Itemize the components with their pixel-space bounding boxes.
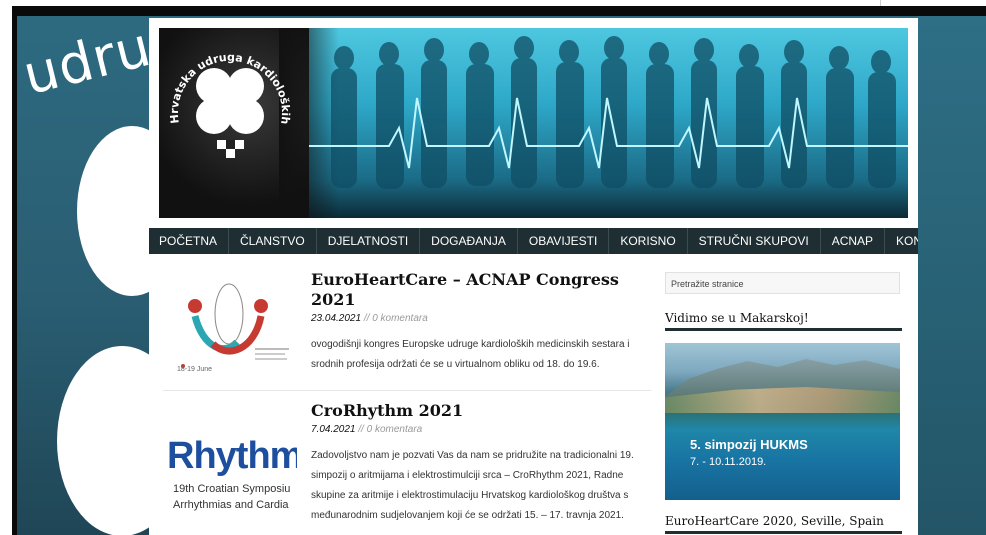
post-thumbnail[interactable]: 18-19 June xyxy=(167,270,297,380)
nav-item-djelatnosti[interactable]: DJELATNOSTI xyxy=(317,228,421,254)
nav-item-pocetna[interactable]: POČETNA xyxy=(149,228,230,254)
thumbnail-word: Rhythm xyxy=(167,435,297,477)
promo-dates: 7. - 10.11.2019. xyxy=(690,456,767,468)
meta-separator: // xyxy=(363,313,370,324)
acnap-logo-icon xyxy=(181,283,289,368)
post-thumbnail[interactable]: Rhythm 19th Croatian Symposiu Arrhythmia… xyxy=(167,415,297,515)
widget-title: Vidimo se u Makarskoj! xyxy=(665,311,902,331)
nav-item-clanstvo[interactable]: ČLANSTVO xyxy=(229,228,317,254)
thumbnail-line: Arrhythmias and Cardia xyxy=(173,499,289,511)
checker-logo-icon xyxy=(217,140,244,158)
main-navigation: POČETNA ČLANSTVO DJELATNOSTI DOGAĐANJA O… xyxy=(149,228,918,254)
frame-top-border xyxy=(12,6,986,16)
comments-link[interactable]: 0 komentara xyxy=(367,424,423,435)
thumbnail-line: 19th Croatian Symposiu xyxy=(173,483,291,495)
post-title[interactable]: CroRhythm 2021 xyxy=(311,401,651,421)
nav-item-kontakt[interactable]: KONTAKT xyxy=(885,228,918,254)
frame-divider xyxy=(880,0,881,6)
meta-separator: // xyxy=(358,424,364,435)
search-input[interactable]: Pretražite stranice xyxy=(665,272,900,294)
nav-item-dogadanja[interactable]: DOGAĐANJA xyxy=(420,228,518,254)
nav-item-strucni-skupovi[interactable]: STRUČNI SKUPOVI xyxy=(688,228,821,254)
post-item: 18-19 June EuroHeartCare – ACNAP Congres… xyxy=(163,270,651,391)
promo-title: 5. simpozij HUKMS xyxy=(690,437,808,452)
thumbnail-caption: 18-19 June xyxy=(177,366,213,373)
promo-banner[interactable]: 5. simpozij HUKMS 7. - 10.11.2019. xyxy=(665,343,900,500)
post-date: 23.04.2021 xyxy=(311,313,362,324)
post-meta: 23.04.2021 // 0 komentara xyxy=(311,313,651,325)
nav-item-acnap[interactable]: ACNAP xyxy=(821,228,886,254)
header-banner[interactable]: Hrvatska udruga kardioloških medicinskih… xyxy=(159,28,908,218)
post-excerpt: Zadovoljstvo nam je pozvati Vas da nam s… xyxy=(311,450,634,521)
background-right-panel xyxy=(917,16,986,535)
post-body: CroRhythm 2021 7.04.2021 // 0 komentara … xyxy=(311,401,651,526)
post-date: 7.04.2021 xyxy=(311,424,356,435)
comments-link[interactable]: 0 komentara xyxy=(372,313,428,324)
post-excerpt: ovogodišnji kongres Europske udruge kard… xyxy=(311,339,630,370)
post-body: EuroHeartCare – ACNAP Congress 2021 23.0… xyxy=(311,270,651,375)
page-container: Hrvatska udruga kardioloških medicinskih… xyxy=(149,18,918,535)
post-item: Rhythm 19th Croatian Symposiu Arrhythmia… xyxy=(163,401,651,535)
post-title[interactable]: EuroHeartCare – ACNAP Congress 2021 xyxy=(311,270,651,310)
clover-logo-icon xyxy=(196,68,264,134)
nav-item-obavijesti[interactable]: OBAVIJESTI xyxy=(518,228,610,254)
post-meta: 7.04.2021 // 0 komentara xyxy=(311,424,651,436)
sidebar: Pretražite stranice Vidimo se u Makarsko… xyxy=(665,272,902,534)
banner-graphics: Hrvatska udruga kardioloških medicinskih… xyxy=(159,28,908,189)
widget-title: EuroHeartCare 2020, Seville, Spain xyxy=(665,514,902,534)
nav-item-korisno[interactable]: KORISNO xyxy=(609,228,688,254)
browser-frame: udrug Hrvatska udruga kardioloških POČET… xyxy=(0,0,986,535)
